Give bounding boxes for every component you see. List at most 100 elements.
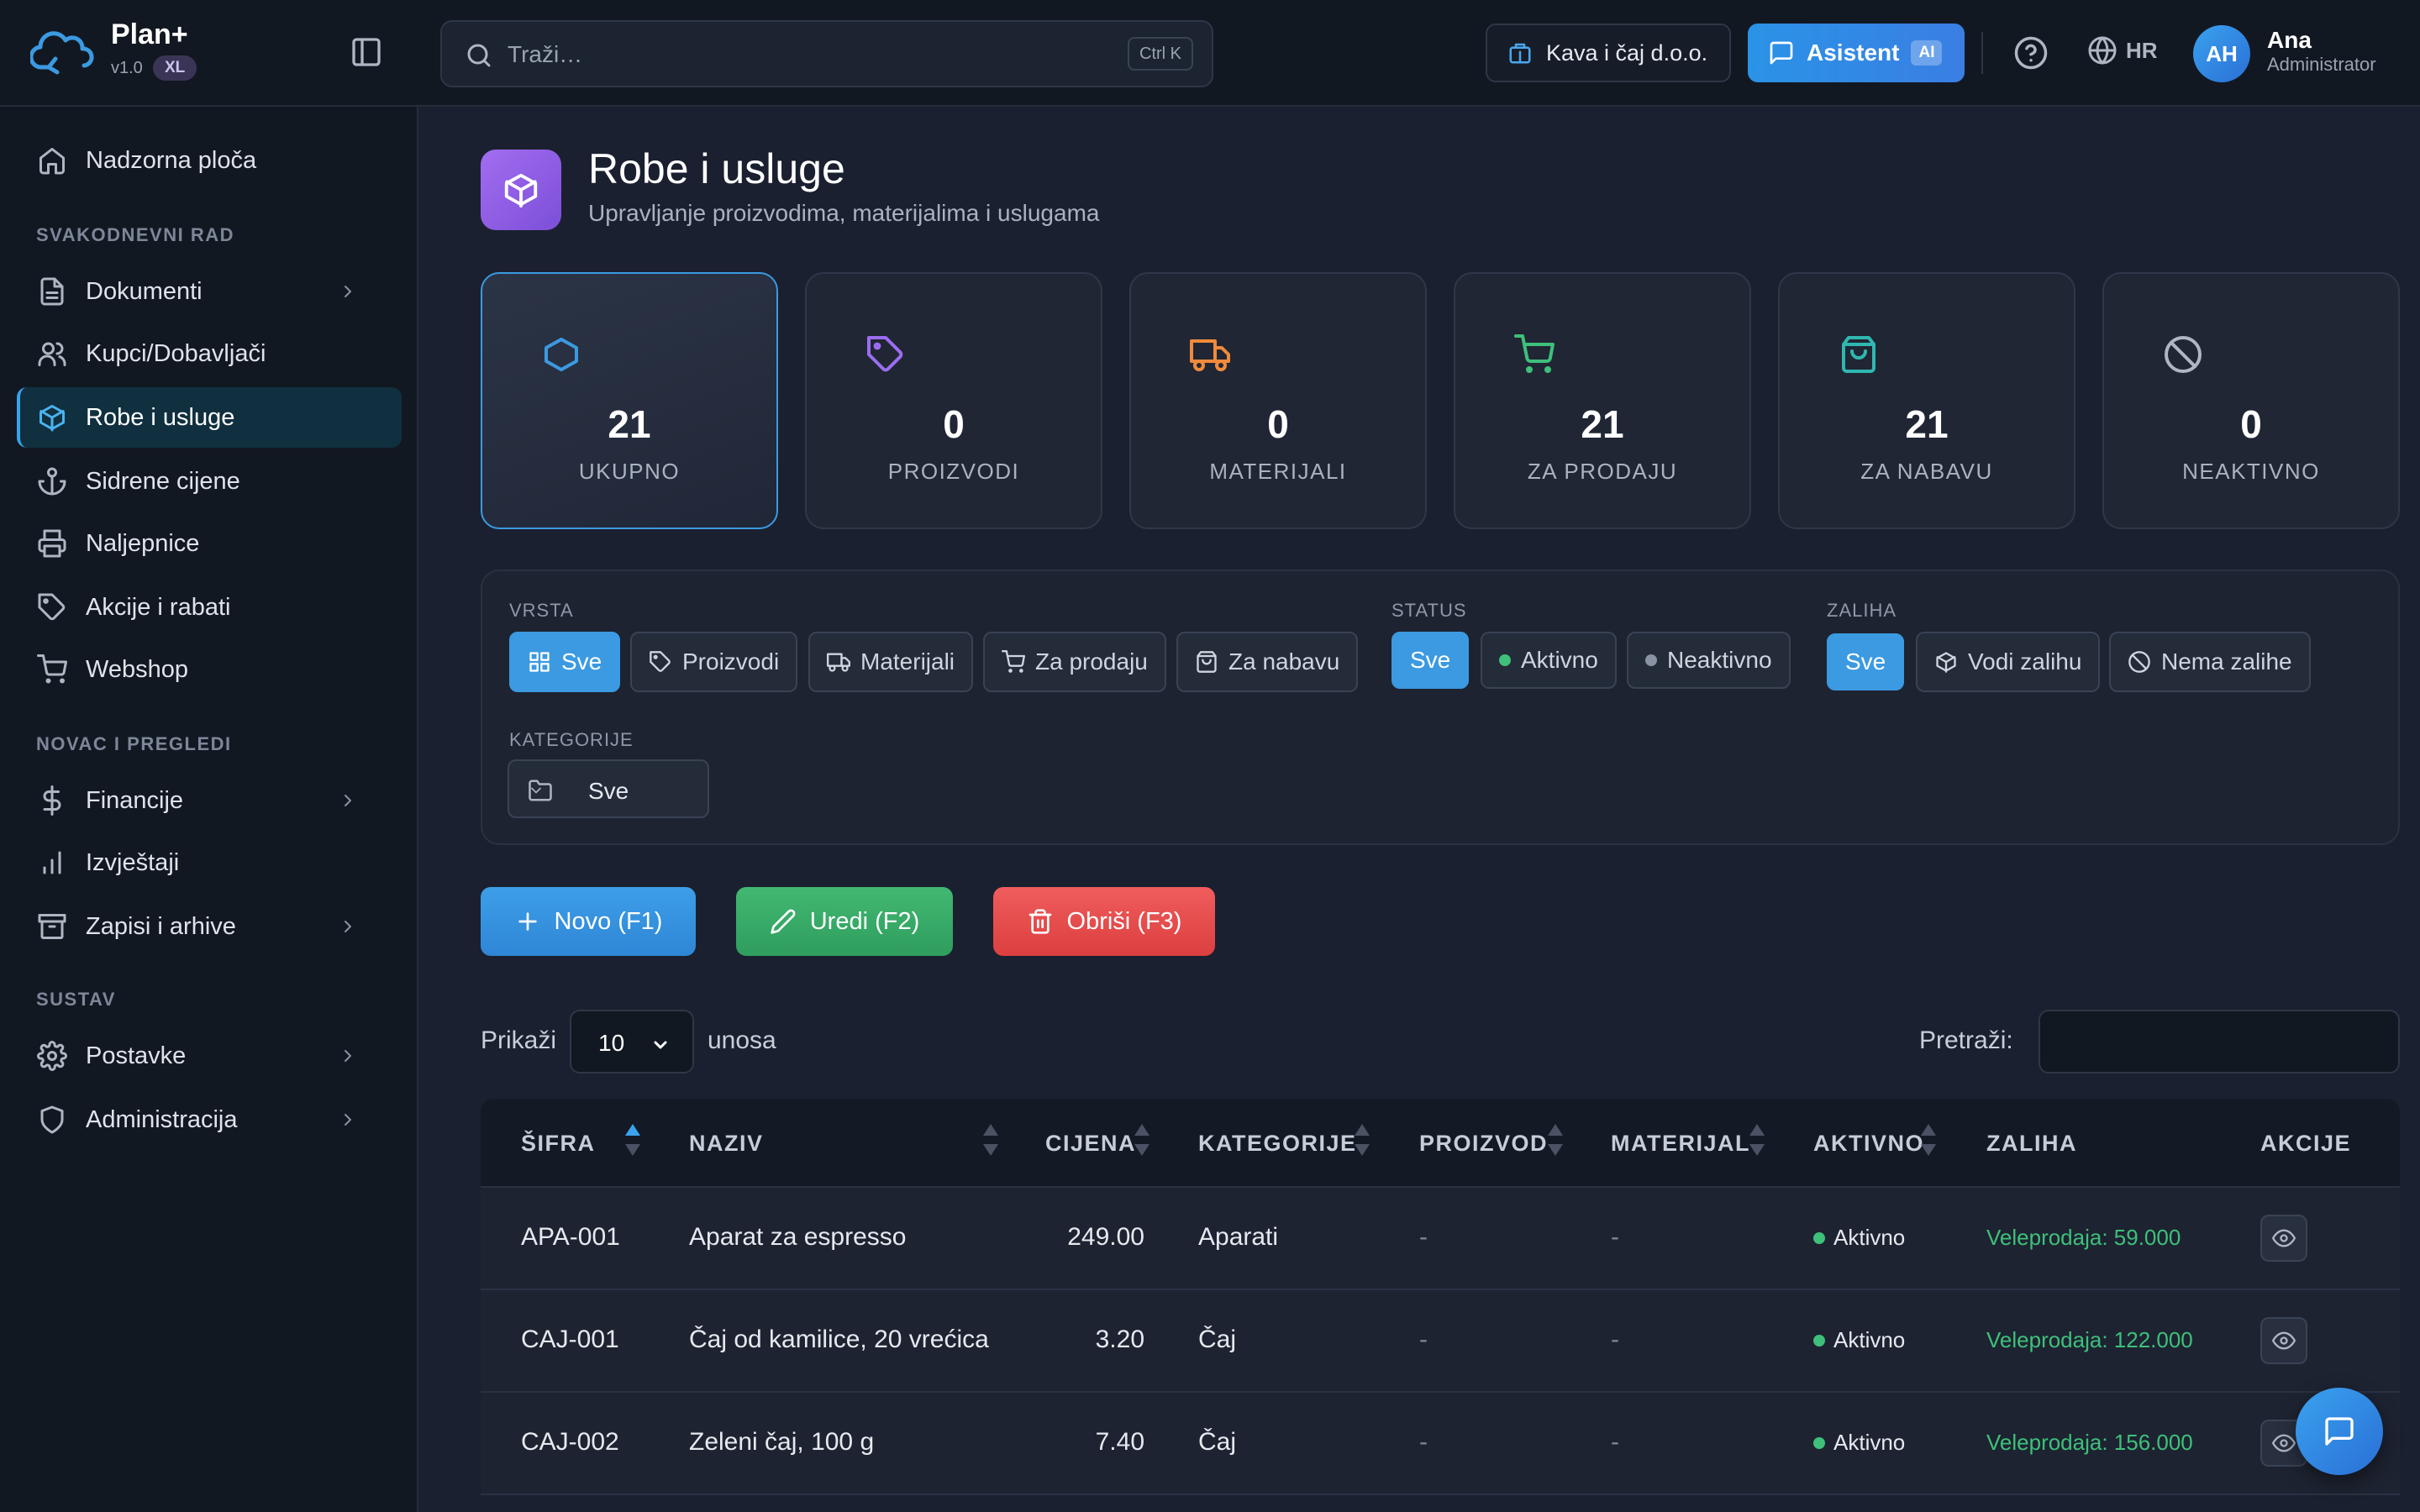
sort-icon[interactable] — [1548, 1119, 1563, 1163]
status-badge: Aktivno — [1813, 1327, 1905, 1353]
cell-stock: Veleprodaja: 122.000 — [1986, 1327, 2193, 1352]
search-shortcut: Ctrl K — [1128, 37, 1193, 71]
filter-type-for-sale[interactable]: Za prodaju — [983, 632, 1166, 692]
col-header-name[interactable]: NAZIV — [689, 1131, 764, 1157]
sidebar-item-finance[interactable]: Financije — [17, 770, 402, 831]
filter-stock-none[interactable]: Nema zalihe — [2109, 632, 2311, 692]
sidebar-item-label: Dokumenti — [86, 277, 203, 305]
cart-icon — [1514, 334, 1555, 373]
sidebar-item-anchor-prices[interactable]: Sidrene cijene — [17, 451, 402, 512]
sidebar-item-label: Izvještaji — [86, 848, 180, 876]
sidebar-item-labels[interactable]: Naljepnice — [17, 513, 402, 574]
category-select[interactable]: Sve — [508, 759, 709, 818]
truck-icon — [1190, 339, 1230, 371]
sidebar-item-label: Zapisi i arhive — [86, 912, 236, 940]
assistant-button[interactable]: Asistent AI — [1748, 24, 1965, 82]
sidebar-item-promotions[interactable]: Akcije i rabati — [17, 577, 402, 638]
sort-icon[interactable] — [1921, 1119, 1936, 1163]
new-button[interactable]: Novo (F1) — [481, 887, 696, 956]
delete-button[interactable]: Obriši (F3) — [993, 887, 1215, 956]
help-icon[interactable] — [2013, 35, 2049, 71]
stat-label: ZA NABAVU — [1860, 459, 1993, 484]
chat-fab-button[interactable] — [2296, 1388, 2383, 1475]
cloud-logo-icon — [30, 25, 96, 77]
chevron-right-icon — [345, 1050, 351, 1062]
stat-card-products[interactable]: 0 PROIZVODI — [805, 272, 1102, 529]
filter-type-for-purchase[interactable]: Za nabavu — [1176, 632, 1359, 692]
cell-product: - — [1419, 1428, 1428, 1456]
table-search-label: Pretraži: — [1919, 1026, 2013, 1054]
company-selector-button[interactable]: Kava i čaj d.o.o. — [1486, 24, 1731, 82]
sidebar-item-label: Administracija — [86, 1105, 238, 1133]
document-icon — [40, 277, 64, 306]
stat-card-materials[interactable]: 0 MATERIJALI — [1129, 272, 1427, 529]
col-header-code[interactable]: ŠIFRA — [521, 1131, 596, 1157]
filter-type-materials[interactable]: Materijali — [808, 632, 974, 692]
sort-icon[interactable] — [1749, 1119, 1765, 1163]
search-input[interactable] — [508, 35, 1012, 74]
filter-status-label: STATUS — [1392, 600, 1467, 621]
users-icon — [38, 342, 66, 366]
table-row[interactable]: CAJ-001 Čaj od kamilice, 20 vrećica 3.20… — [481, 1290, 2400, 1393]
new-button-label: Novo (F1) — [554, 907, 663, 935]
anchor-icon — [38, 467, 66, 496]
stat-card-for-sale[interactable]: 21 ZA PRODAJU — [1454, 272, 1751, 529]
sidebar-item-documents[interactable]: Dokumenti — [17, 261, 402, 322]
sidebar-item-settings[interactable]: Postavke — [17, 1026, 402, 1086]
sidebar-item-label: Sidrene cijene — [86, 467, 240, 495]
table-row[interactable]: CAJ-002 Zeleni čaj, 100 g 7.40 Čaj - - A… — [481, 1393, 2400, 1495]
chip-label: Sve — [561, 648, 602, 675]
table-search-input[interactable] — [2039, 1010, 2400, 1074]
avatar[interactable]: AH — [2193, 25, 2250, 82]
dollar-icon — [43, 785, 61, 816]
bag-icon — [1197, 651, 1217, 673]
edit-button[interactable]: Uredi (F2) — [736, 887, 953, 956]
cart-icon — [37, 654, 67, 684]
stat-card-for-purchase[interactable]: 21 ZA NABAVU — [1778, 272, 2075, 529]
filter-stock-all[interactable]: Sve — [1827, 633, 1905, 690]
view-button[interactable] — [2260, 1317, 2307, 1364]
cell-price: 3.20 — [1095, 1326, 1144, 1353]
chip-label: Proizvodi — [682, 648, 780, 675]
sort-icon[interactable] — [1355, 1119, 1370, 1163]
global-search[interactable]: Ctrl K — [440, 20, 1213, 87]
stat-card-total[interactable]: 21 UKUPNO — [481, 272, 778, 529]
col-header-material[interactable]: MATERIJAL — [1611, 1131, 1750, 1157]
sidebar-item-archives[interactable]: Zapisi i arhive — [17, 896, 402, 957]
table-row[interactable]: APA-001 Aparat za espresso 249.00 Aparat… — [481, 1188, 2400, 1290]
sidebar-item-reports[interactable]: Izvještaji — [17, 832, 402, 893]
col-header-active[interactable]: AKTIVNO — [1813, 1131, 1924, 1157]
sidebar-item-goods-services[interactable]: Robe i usluge — [17, 387, 402, 448]
sidebar-item-webshop[interactable]: Webshop — [17, 639, 402, 700]
stat-card-inactive[interactable]: 0 NEAKTIVNO — [2102, 272, 2400, 529]
stat-label: UKUPNO — [578, 459, 681, 484]
filter-status-active[interactable]: Aktivno — [1481, 632, 1617, 689]
chip-label: Sve — [1410, 647, 1451, 673]
col-header-product[interactable]: PROIZVOD — [1419, 1131, 1548, 1157]
sidebar-item-label: Nadzorna ploča — [86, 146, 257, 174]
sidebar-toggle-icon[interactable] — [350, 35, 383, 69]
stat-label: NEAKTIVNO — [2182, 459, 2320, 484]
sidebar-item-partners[interactable]: Kupci/Dobavljači — [17, 323, 402, 384]
filter-type-products[interactable]: Proizvodi — [630, 632, 798, 692]
filter-stock-tracked[interactable]: Vodi zalihu — [1916, 632, 2101, 692]
sort-icon[interactable] — [983, 1119, 998, 1163]
page-subtitle: Upravljanje proizvodima, materijalima i … — [588, 200, 1100, 226]
filter-status-all[interactable]: Sve — [1392, 632, 1470, 689]
filter-type-all[interactable]: Sve — [509, 632, 621, 692]
col-header-price[interactable]: CIJENA — [1045, 1131, 1136, 1157]
col-header-categories[interactable]: KATEGORIJE — [1198, 1131, 1357, 1157]
chip-label: Materijali — [860, 648, 955, 675]
sidebar-item-administration[interactable]: Administracija — [17, 1089, 402, 1150]
cell-category: Aparati — [1198, 1223, 1279, 1251]
page-size-select[interactable]: 10 — [570, 1010, 694, 1074]
cell-price: 249.00 — [1067, 1223, 1144, 1251]
filter-status-inactive[interactable]: Neaktivno — [1627, 632, 1791, 689]
language-selector[interactable]: HR — [2087, 35, 2158, 66]
sort-icon[interactable] — [625, 1119, 640, 1163]
sort-icon[interactable] — [1134, 1119, 1150, 1163]
products-table: ŠIFRA NAZIV CIJENA KATEGORIJE PROIZVOD M… — [481, 1099, 2400, 1512]
view-button[interactable] — [2260, 1215, 2307, 1262]
sidebar-item-dashboard[interactable]: Nadzorna ploča — [17, 130, 402, 191]
cell-product: - — [1419, 1223, 1428, 1251]
